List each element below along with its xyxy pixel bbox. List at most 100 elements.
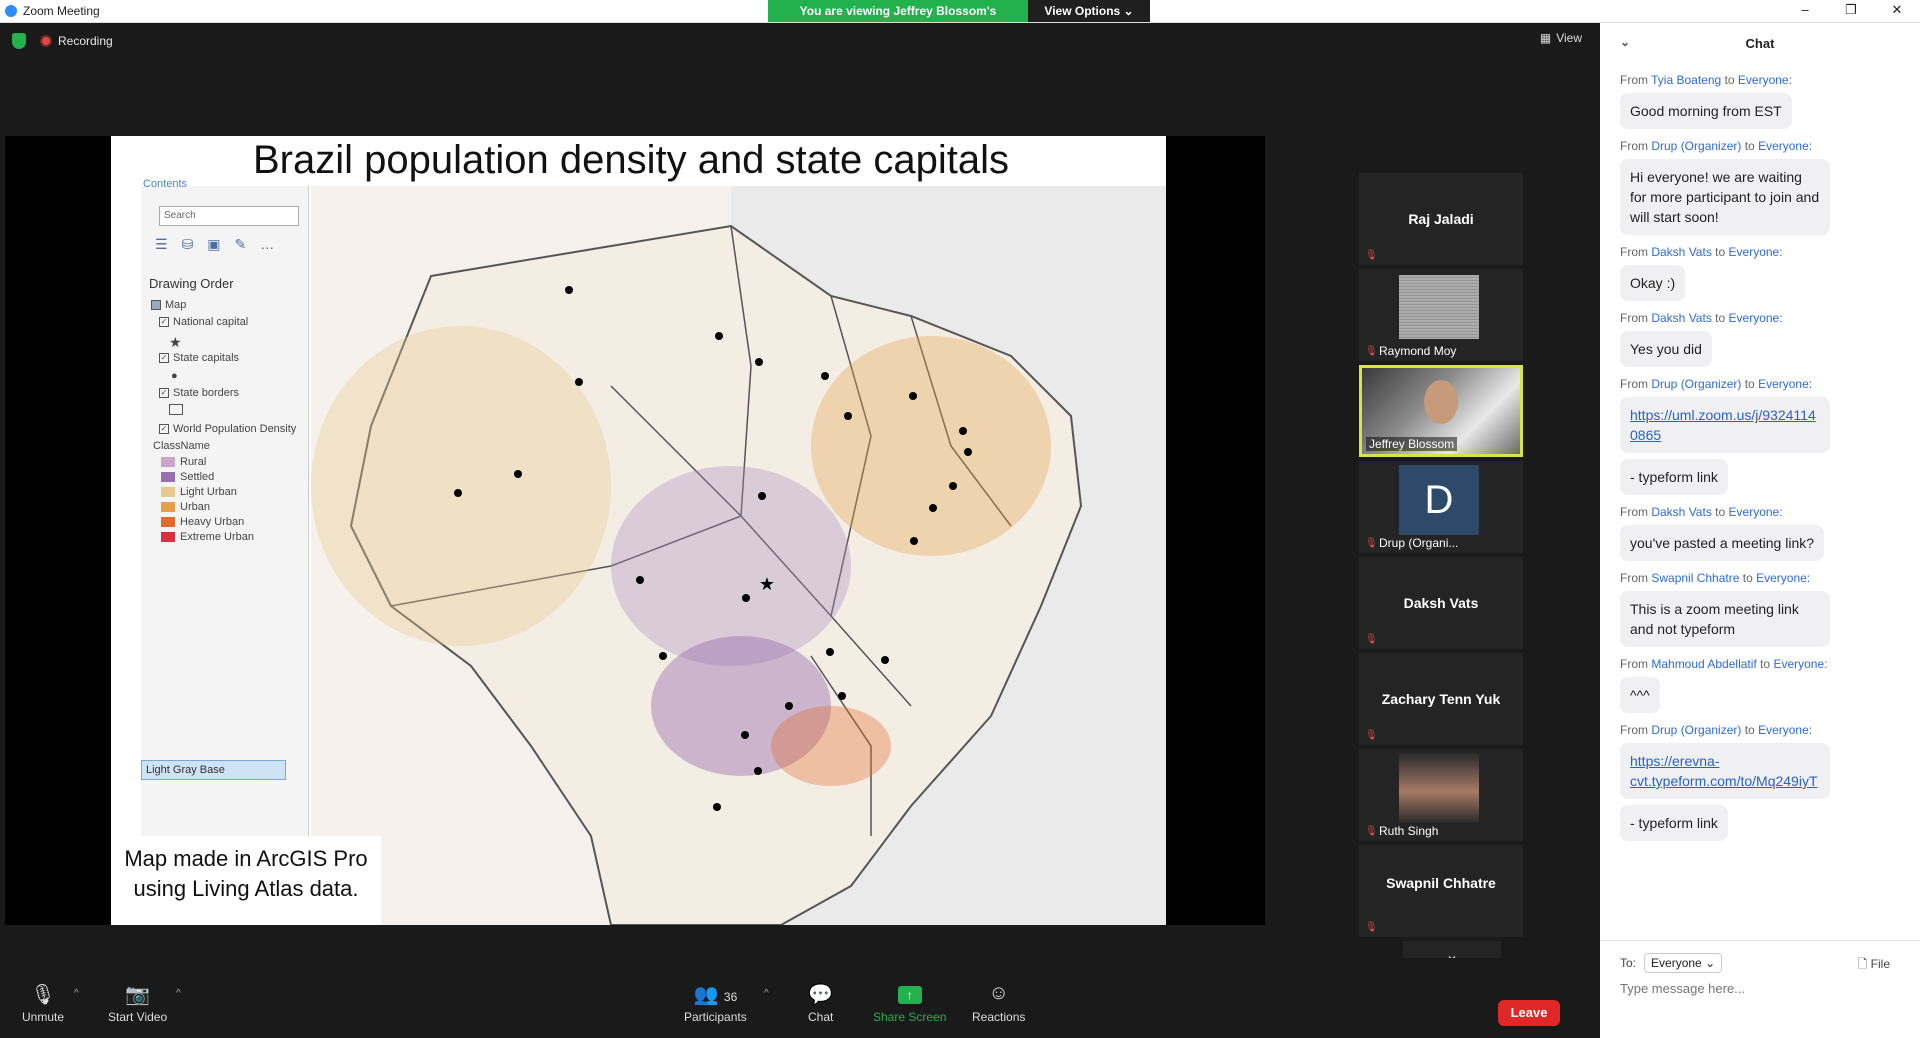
state-capital-marker: [754, 767, 762, 775]
chat-label: Chat: [808, 1010, 834, 1024]
participant-tile[interactable]: Raj Jaladi 🎙: [1359, 173, 1523, 265]
participant-tile[interactable]: D 🎙 Drup (Organi...: [1359, 461, 1523, 553]
participant-tile[interactable]: 🎙 Ruth Singh: [1359, 749, 1523, 841]
recording-icon: [40, 35, 52, 47]
unmute-button[interactable]: 🎙 Unmute ^: [22, 982, 79, 1024]
participant-name: Raymond Moy: [1379, 344, 1457, 358]
typeform-link[interactable]: https://erevna-cvt.typeform.com/to/Mq249…: [1630, 753, 1818, 789]
participant-tile[interactable]: Daksh Vats 🎙: [1359, 557, 1523, 649]
view-options-button[interactable]: View Options ⌄: [1028, 0, 1150, 22]
meeting-link[interactable]: https://uml.zoom.us/j/93241140865: [1630, 407, 1816, 443]
basemap-layer: Light Gray Base: [141, 760, 286, 780]
chevron-up-icon[interactable]: ^: [764, 988, 769, 999]
legend-rural: Rural: [161, 456, 206, 468]
mic-muted-icon: 🎙: [1365, 250, 1378, 261]
file-button[interactable]: 🗋 File: [1858, 955, 1890, 976]
participant-name: Drup (Organi...: [1379, 536, 1459, 550]
recording-indicator[interactable]: Recording: [40, 34, 113, 48]
avatar: D: [1399, 465, 1479, 535]
drawing-order-heading: Drawing Order: [149, 276, 234, 291]
state-capital-marker: [821, 372, 829, 380]
checkbox-icon: ✓: [159, 388, 169, 398]
participant-face: [1424, 380, 1458, 424]
window-controls: – ❐ ✕: [1782, 0, 1920, 22]
view-layout-button[interactable]: ▦ View: [1540, 31, 1582, 45]
participants-icon: 👥 36: [693, 984, 738, 1006]
legend-label: Extreme Urban: [180, 531, 254, 543]
message-sender: From Drup (Organizer) to Everyone:: [1620, 723, 1813, 737]
chevron-down-icon[interactable]: ⌄: [1620, 35, 1630, 49]
legend-label: Settled: [180, 471, 215, 483]
file-icon: 🗋: [1857, 957, 1868, 971]
message-bubble: This is a zoom meeting link and not type…: [1620, 591, 1830, 647]
security-shield-icon[interactable]: [12, 33, 26, 49]
meeting-stage: Recording ▦ View Brazil population densi…: [0, 23, 1600, 971]
more-icon: …: [260, 236, 275, 252]
state-capital-marker: [929, 504, 937, 512]
map-layer-label: Map: [165, 299, 187, 311]
slide-title: Brazil population density and state capi…: [252, 138, 1009, 182]
chat-button[interactable]: 💬 Chat: [808, 982, 833, 1024]
checkbox-icon: ✓: [159, 317, 169, 327]
layer-label: National capital: [173, 316, 249, 328]
close-button[interactable]: ✕: [1874, 0, 1920, 22]
message-sender: From Drup (Organizer) to Everyone:: [1620, 139, 1813, 153]
legend-label: Rural: [180, 456, 207, 468]
chevron-up-icon[interactable]: ^: [74, 988, 79, 999]
start-video-label: Start Video: [108, 1010, 168, 1024]
viewing-screen-text: You are viewing Jeffrey Blossom's screen: [768, 0, 1028, 40]
arcgis-toolbar: ☰ ⛁ ▣ ✎ …: [155, 236, 274, 253]
chevron-up-icon[interactable]: ^: [176, 988, 181, 999]
share-screen-label: Share Screen: [873, 1010, 947, 1024]
zoom-app-icon: [5, 5, 17, 17]
meeting-status: Recording: [12, 33, 113, 49]
message-bubble: you've pasted a meeting link?: [1620, 525, 1825, 561]
recipient-select[interactable]: Everyone ⌄: [1644, 953, 1723, 973]
state-capital-marker: [454, 489, 462, 497]
participant-tile[interactable]: 🎙 Raymond Moy: [1359, 269, 1523, 361]
legend-swatch: [161, 472, 175, 482]
participant-name: Zachary Tenn Yuk: [1381, 691, 1501, 707]
message-bubble: Hi everyone! we are waiting for more par…: [1620, 159, 1830, 235]
legend-settled: Settled: [161, 471, 214, 483]
mic-muted-icon: 🎙: [1365, 538, 1378, 549]
participant-tile-active-speaker[interactable]: Jeffrey Blossom: [1359, 365, 1523, 457]
chat-icon: 💬: [808, 984, 834, 1006]
start-video-button[interactable]: 📷 Start Video ^: [108, 982, 181, 1024]
reactions-label: Reactions: [972, 1010, 1026, 1024]
maximize-button[interactable]: ❐: [1828, 0, 1874, 22]
share-screen-button[interactable]: ↑ Share Screen: [873, 982, 946, 1024]
message-sender: From Swapnil Chhatre to Everyone:: [1620, 571, 1811, 585]
chat-message-input[interactable]: [1620, 981, 1900, 996]
participant-tile[interactable]: Zachary Tenn Yuk 🎙: [1359, 653, 1523, 745]
reactions-button[interactable]: ☺ Reactions: [972, 982, 1025, 1024]
participants-button[interactable]: 👥 36 Participants ^: [684, 982, 769, 1024]
leave-button[interactable]: Leave: [1498, 1000, 1560, 1026]
checkbox-icon: ✓: [159, 353, 169, 363]
layer-label: World Population Density: [173, 423, 297, 435]
map-icon: ▣: [207, 236, 221, 252]
chat-title: Chat: [1745, 35, 1775, 51]
legend-swatch: [161, 517, 175, 527]
light-urban-area: [311, 326, 611, 646]
state-capital-marker: [514, 470, 522, 478]
minimize-button[interactable]: –: [1782, 0, 1828, 22]
state-capital-marker: [755, 358, 763, 366]
message-sender: From Drup (Organizer) to Everyone:: [1620, 377, 1813, 391]
chat-messages[interactable]: From Tyia Boateng to Everyone: Good morn…: [1600, 73, 1920, 841]
settled-area: [611, 466, 851, 666]
participant-tile[interactable]: Swapnil Chhatre 🎙: [1359, 845, 1523, 937]
chevron-down-icon: ⌄: [1705, 956, 1716, 970]
presentation-slide: Brazil population density and state capi…: [111, 136, 1166, 925]
participant-gallery: Raj Jaladi 🎙 🎙 Raymond Moy Jeffrey Bloss…: [1359, 173, 1523, 971]
mic-muted-icon: 🎙: [1365, 730, 1378, 741]
state-capital-marker: [741, 731, 749, 739]
state-capital-marker: [742, 594, 750, 602]
view-label: View: [1556, 31, 1582, 45]
layer-state-borders: ✓ State borders: [159, 387, 239, 399]
legend-label: Light Urban: [180, 486, 237, 498]
participants-label: Participants: [684, 1010, 747, 1024]
legend-extreme-urban: Extreme Urban: [161, 531, 254, 543]
shared-screen[interactable]: Brazil population density and state capi…: [5, 136, 1265, 925]
contents-label: Contents: [143, 178, 188, 190]
